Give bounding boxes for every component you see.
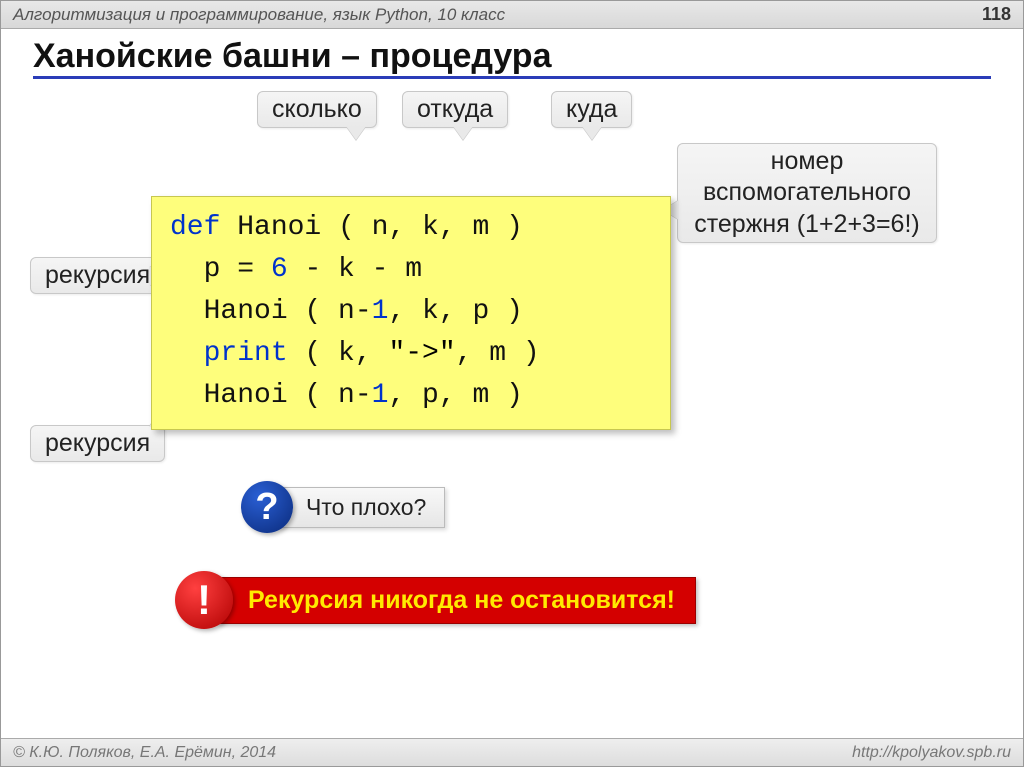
warning-row: ! Рекурсия никогда не остановится! [175, 571, 696, 629]
footer-url: http://kpolyakov.spb.ru [852, 744, 1011, 762]
course-label: Алгоритмизация и программирование, язык … [13, 5, 505, 25]
question-row: ? Что плохо? [241, 481, 445, 533]
callout-recursion-2: рекурсия [30, 425, 165, 462]
question-icon: ? [241, 481, 293, 533]
warning-icon: ! [175, 571, 233, 629]
question-text: Что плохо? [277, 487, 445, 528]
copyright: © К.Ю. Поляков, Е.А. Ерёмин, 2014 [13, 744, 276, 762]
header-bar: Алгоритмизация и программирование, язык … [1, 1, 1023, 29]
title-row: Ханойские башни – процедура [1, 29, 1023, 81]
content-stage: сколько откуда куда номер вспомогательно… [1, 81, 1023, 731]
code-block: def Hanoi ( n, k, m ) p = 6 - k - m Hano… [151, 196, 671, 430]
callout-howmany: сколько [257, 91, 377, 128]
callout-to: куда [551, 91, 632, 128]
callout-recursion-1: рекурсия [30, 257, 165, 294]
callout-from: откуда [402, 91, 508, 128]
page-number: 118 [982, 4, 1011, 25]
footer-bar: © К.Ю. Поляков, Е.А. Ерёмин, 2014 http:/… [1, 738, 1023, 766]
page-title: Ханойские башни – процедура [33, 37, 991, 79]
warning-text: Рекурсия никогда не остановится! [217, 577, 696, 624]
callout-aux: номер вспомогательного стержня (1+2+3=6!… [677, 143, 937, 243]
